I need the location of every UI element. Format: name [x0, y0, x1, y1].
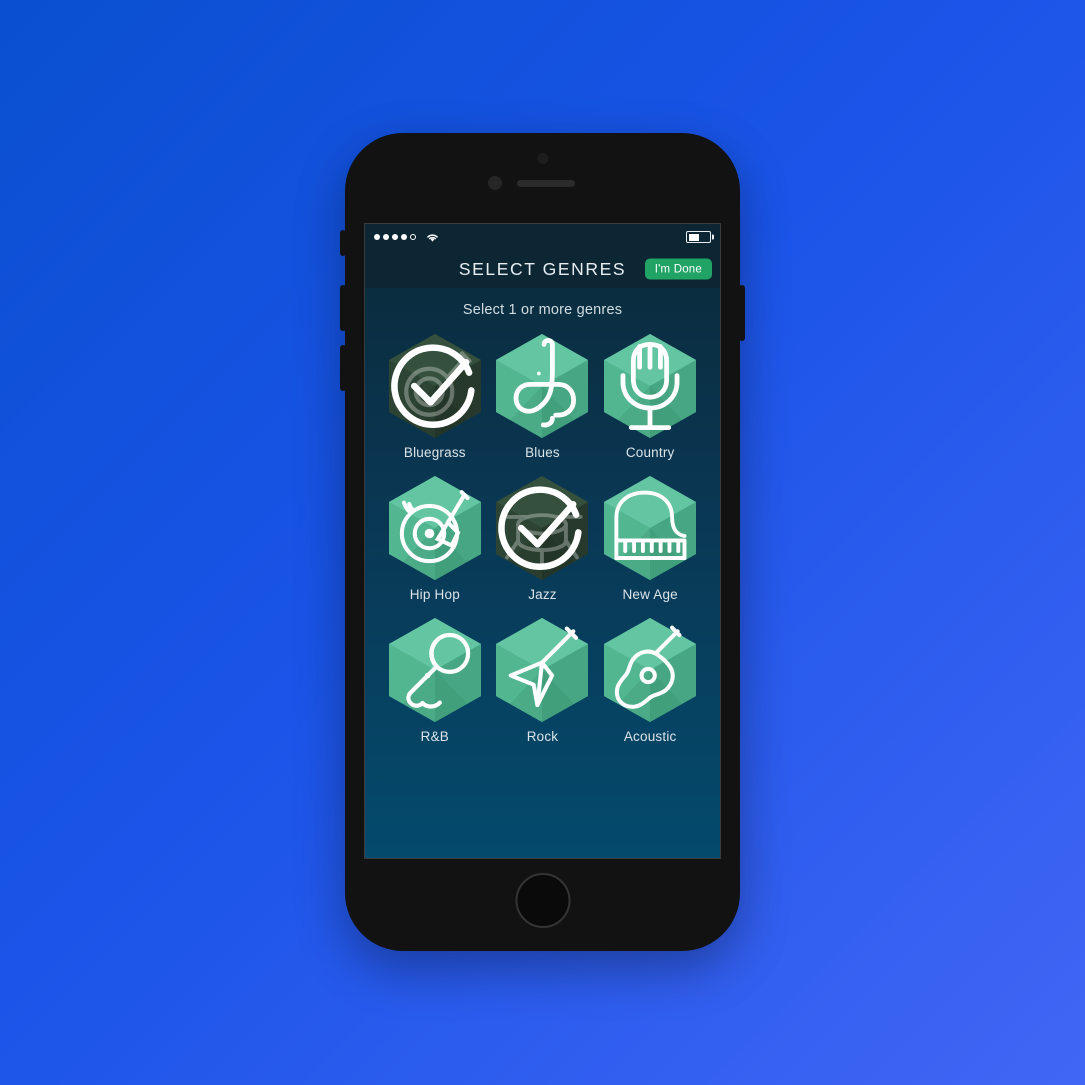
genre-hexagon [388, 618, 481, 722]
genre-label: R&B [420, 729, 449, 744]
genre-hexagon [496, 618, 589, 722]
genre-tile-blues[interactable]: Blues [489, 334, 597, 460]
genre-hexagon [604, 334, 697, 438]
volume-up-button[interactable] [340, 285, 346, 331]
front-camera-icon [537, 153, 548, 164]
genre-tile-bluegrass[interactable]: Bluegrass [381, 334, 489, 460]
wifi-icon [425, 232, 440, 243]
page-title: SELECT GENRES [458, 258, 627, 279]
genre-hexagon [496, 476, 589, 580]
status-bar [365, 224, 720, 250]
genre-label: Rock [526, 729, 559, 744]
cellular-signal-icon [374, 234, 416, 240]
genre-hexagon [496, 334, 589, 438]
instruction-text: Select 1 or more genres [462, 302, 623, 318]
genre-label: Acoustic [623, 729, 677, 744]
genre-tile-rock[interactable]: Rock [489, 618, 597, 744]
genre-tile-hip-hop[interactable]: Hip Hop [381, 476, 489, 602]
im-done-button[interactable]: I'm Done [644, 258, 712, 280]
genre-label: Jazz [528, 587, 557, 602]
battery-icon [686, 231, 711, 243]
phone-device: SELECT GENRES I'm Done Select 1 or more … [340, 133, 745, 951]
proximity-sensor-icon [488, 176, 502, 190]
home-button[interactable] [515, 873, 570, 928]
genre-tile-acoustic[interactable]: Acoustic [596, 618, 704, 744]
genre-grid: Bluegrass Blues Country Hip Hop Jazz New… [365, 328, 720, 744]
genre-label: Bluegrass [403, 445, 466, 460]
silent-switch[interactable] [340, 230, 346, 256]
genre-label: Hip Hop [409, 587, 460, 602]
genre-hexagon [604, 618, 697, 722]
genre-tile-r-b[interactable]: R&B [381, 618, 489, 744]
genre-tile-new-age[interactable]: New Age [596, 476, 704, 602]
genre-tile-jazz[interactable]: Jazz [489, 476, 597, 602]
navigation-bar: SELECT GENRES I'm Done [365, 250, 720, 288]
genre-label: New Age [622, 587, 678, 602]
genre-label: Country [625, 445, 675, 460]
genre-tile-country[interactable]: Country [596, 334, 704, 460]
earpiece-speaker [517, 180, 575, 187]
genre-hexagon [388, 334, 481, 438]
genre-hexagon [388, 476, 481, 580]
phone-screen: SELECT GENRES I'm Done Select 1 or more … [364, 223, 721, 859]
genre-label: Blues [525, 445, 560, 460]
volume-down-button[interactable] [340, 345, 346, 391]
genre-hexagon [604, 476, 697, 580]
power-button[interactable] [739, 285, 745, 341]
